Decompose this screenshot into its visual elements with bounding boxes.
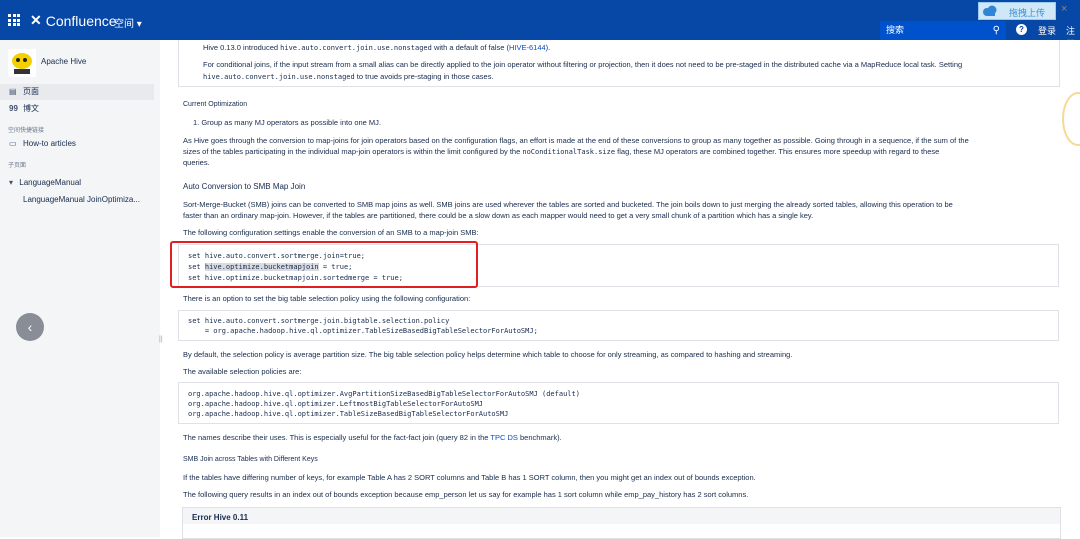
- page-icon: ▤: [9, 87, 17, 96]
- hive-logo-icon: [8, 49, 36, 77]
- available-policies-text: The available selection policies are:: [183, 367, 302, 376]
- hive-6144-link[interactable]: HIVE-6144: [509, 43, 546, 52]
- paragraph-1-line-1: As Hive goes through the conversion to m…: [183, 136, 969, 145]
- children-heading: 子页面: [8, 163, 27, 169]
- space-menu[interactable]: 空间 ▾: [114, 15, 142, 30]
- close-upload-icon[interactable]: ×: [1061, 3, 1067, 15]
- sidebar: Apache Hive ▤ 页面 99 博文 空间快捷链接 ▭ How-to a…: [0, 40, 163, 537]
- cloud-upload-icon: [983, 5, 997, 16]
- smb-line-2: faster than an ordinary map-join. Howeve…: [183, 211, 814, 220]
- error-panel-title: Error Hive 0.11: [192, 513, 249, 522]
- note-line-1: Hive 0.13.0 introduced hive.auto.convert…: [203, 43, 551, 52]
- login-link[interactable]: 登录: [1038, 24, 1056, 37]
- help-icon[interactable]: ?: [1016, 24, 1027, 35]
- quote-icon: 99: [9, 104, 18, 113]
- code-line: org.apache.hadoop.hive.ql.optimizer.Tabl…: [188, 410, 509, 418]
- confluence-x-icon: ✕: [30, 12, 42, 28]
- different-keys-line-2: The following query results in an index …: [183, 490, 749, 499]
- upload-label: 拖拽上传: [1009, 8, 1046, 18]
- app-switcher-icon[interactable]: [8, 14, 20, 26]
- search-input[interactable]: 搜索 ⚲: [880, 21, 1006, 40]
- smb-different-keys-heading: SMB Join across Tables with Different Ke…: [183, 456, 318, 463]
- note-line-2: For conditional joins, if the input stre…: [203, 60, 963, 69]
- annotation-highlight-box: [170, 241, 478, 288]
- different-keys-line-1: If the tables have differing number of k…: [183, 473, 756, 482]
- paragraph-1-line-2: sizes of the tables participating in the…: [183, 147, 940, 156]
- top-navigation-bar: ✕ Confluence 空间 ▾ 搜索 ⚲ ? 登录 注册: [0, 0, 1080, 49]
- note-line-3: hive.auto.convert.join.use.nonstaged to …: [203, 72, 494, 81]
- code-line: org.apache.hadoop.hive.ql.optimizer.Left…: [188, 400, 484, 408]
- main-content: Hive 0.13.0 introduced hive.auto.convert…: [160, 40, 1080, 537]
- code-line: set hive.auto.convert.sortmerge.join.big…: [188, 317, 450, 325]
- note-panel: Hive 0.13.0 introduced hive.auto.convert…: [178, 40, 1060, 87]
- sidebar-item-blog[interactable]: 99 博文: [0, 101, 154, 117]
- shortcuts-heading: 空间快捷链接: [8, 128, 45, 134]
- code-block-policies[interactable]: org.apache.hadoop.hive.ql.optimizer.AvgP…: [178, 382, 1059, 424]
- sidebar-item-pages[interactable]: ▤ 页面: [0, 84, 154, 100]
- back-button[interactable]: ‹: [16, 313, 44, 341]
- search-placeholder: 搜索: [886, 25, 905, 35]
- code-block-selection-policy[interactable]: set hive.auto.convert.sortmerge.join.big…: [178, 310, 1059, 341]
- code-line: org.apache.hadoop.hive.ql.optimizer.AvgP…: [188, 390, 580, 398]
- current-optimization-item: 1. Group as many MJ operators as possibl…: [193, 118, 382, 127]
- current-optimization-heading: Current Optimization: [183, 101, 248, 108]
- tree-expanded-icon: ▾: [9, 178, 14, 187]
- names-text: The names describe their uses. This is e…: [183, 433, 562, 442]
- smb-heading: Auto Conversion to SMB Map Join: [183, 182, 306, 191]
- smb-line-1: Sort-Merge-Bucket (SMB) joins can be con…: [183, 200, 953, 209]
- shortcut-how-to[interactable]: ▭ How-to articles: [0, 136, 154, 152]
- sidebar-item-label: 博文: [23, 104, 39, 113]
- error-panel: Error Hive 0.11: [182, 507, 1061, 539]
- document-icon: ▭: [9, 139, 17, 148]
- paragraph-1-line-3: queries.: [183, 158, 210, 167]
- tpc-ds-link[interactable]: TPC DS: [490, 433, 518, 442]
- space-name[interactable]: Apache Hive: [41, 57, 86, 66]
- tree-item-joinoptimization[interactable]: LanguageManual JoinOptimiza...: [23, 195, 140, 204]
- product-name: Confluence: [45, 12, 117, 29]
- shortcut-label: How-to articles: [23, 139, 76, 148]
- sidebar-item-label: 页面: [23, 87, 39, 96]
- confluence-logo[interactable]: ✕ Confluence: [30, 12, 117, 29]
- tree-item-languagemanual[interactable]: ▾ LanguageManual: [9, 178, 81, 187]
- code-line: = org.apache.hadoop.hive.ql.optimizer.Ta…: [188, 327, 538, 335]
- smb-line-3: The following configuration settings ena…: [183, 228, 479, 237]
- big-table-text: There is an option to set the big table …: [183, 294, 471, 303]
- drag-upload-widget[interactable]: 拖拽上传: [978, 2, 1056, 20]
- error-panel-body: [183, 524, 1060, 538]
- search-icon: ⚲: [992, 25, 1000, 36]
- default-policy-text: By default, the selection policy is aver…: [183, 350, 793, 359]
